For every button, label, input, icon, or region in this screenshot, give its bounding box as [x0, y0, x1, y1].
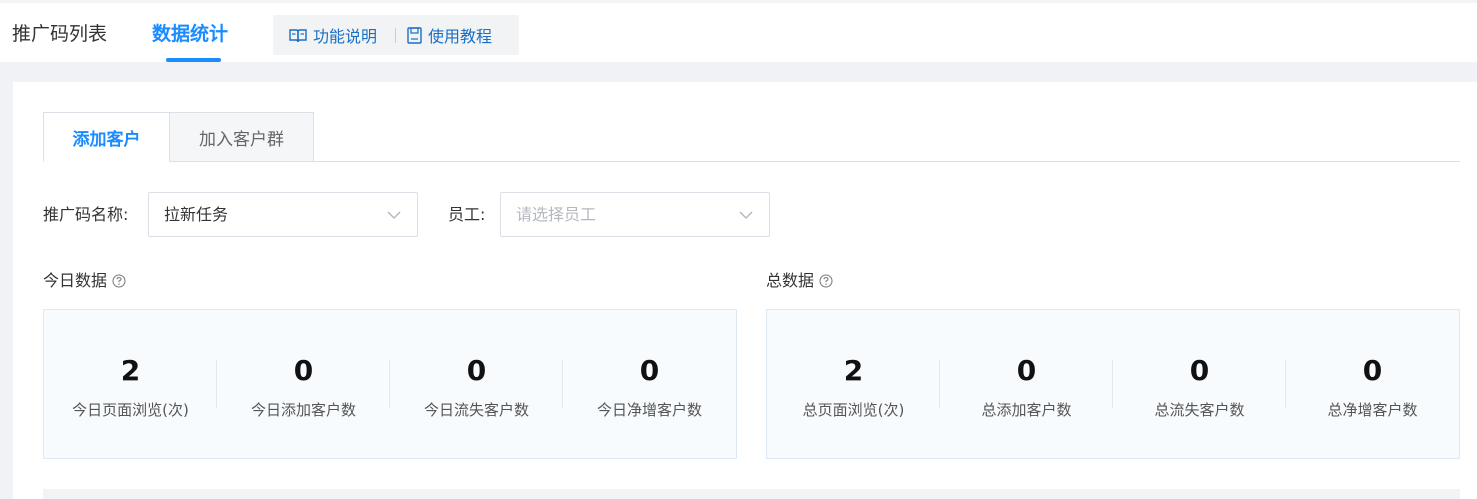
stat-today-lost-customers: 0 今日流失客户数: [390, 310, 563, 460]
question-circle-icon[interactable]: [819, 274, 833, 288]
tutorial-link[interactable]: 使用教程: [407, 15, 492, 55]
chevron-down-icon: [739, 211, 753, 220]
employee-select-placeholder: 请选择员工: [516, 205, 597, 224]
question-circle-icon[interactable]: [112, 274, 126, 288]
today-stats-box: 2 今日页面浏览(次) 0 今日添加客户数 0 今日流失客户数 0 今日净增客户…: [43, 309, 737, 459]
stat-label: 总添加客户数: [981, 401, 1072, 419]
stat-label: 总页面浏览(次): [802, 401, 905, 419]
help-divider: [395, 28, 396, 43]
tutorial-label: 使用教程: [428, 27, 493, 46]
stat-today-page-views: 2 今日页面浏览(次): [44, 310, 217, 460]
stat-today-added-customers: 0 今日添加客户数: [217, 310, 390, 460]
today-data-title-text: 今日数据: [43, 271, 108, 290]
feature-description-label: 功能说明: [313, 27, 378, 46]
chevron-down-icon: [387, 211, 401, 220]
stat-value: 2: [843, 354, 864, 387]
tab-add-customer[interactable]: 添加客户: [43, 112, 170, 162]
stat-label: 总流失客户数: [1154, 401, 1245, 419]
feature-description-link[interactable]: 功能说明: [289, 15, 377, 55]
promo-code-select-value: 拉新任务: [164, 205, 229, 224]
stat-total-lost-customers: 0 总流失客户数: [1113, 310, 1286, 460]
today-data-title: 今日数据: [43, 270, 126, 292]
document-icon: [407, 26, 422, 44]
stat-label: 今日添加客户数: [250, 401, 356, 419]
stat-value: 0: [1362, 354, 1383, 387]
total-stats-box: 2 总页面浏览(次) 0 总添加客户数 0 总流失客户数 0 总净增客户数: [766, 309, 1460, 459]
employee-label: 员工:: [448, 205, 486, 224]
tab-promo-code-list[interactable]: 推广码列表: [12, 21, 107, 47]
stat-label: 今日净增客户数: [596, 401, 702, 419]
stat-label: 今日页面浏览(次): [72, 401, 189, 419]
stat-label: 今日流失客户数: [423, 401, 529, 419]
tab-data-statistics[interactable]: 数据统计: [152, 21, 228, 47]
tab-join-customer-group[interactable]: 加入客户群: [170, 112, 314, 162]
help-links-box: 功能说明 使用教程: [273, 15, 519, 55]
employee-select[interactable]: 请选择员工: [500, 192, 770, 237]
next-section-edge: [43, 489, 1460, 499]
stat-value: 0: [639, 354, 660, 387]
book-icon: [289, 28, 307, 42]
stat-total-net-customers: 0 总净增客户数: [1286, 310, 1459, 460]
stat-value: 0: [466, 354, 487, 387]
stat-value: 0: [1189, 354, 1210, 387]
stat-total-added-customers: 0 总添加客户数: [940, 310, 1113, 460]
promo-code-name-label: 推广码名称:: [43, 205, 129, 224]
active-tab-indicator: [166, 58, 221, 62]
statistics-panel: 添加客户 加入客户群 推广码名称: 拉新任务 员工: 请选择员工 今日数据 总数…: [13, 82, 1477, 499]
stat-today-net-customers: 0 今日净增客户数: [563, 310, 736, 460]
stat-value: 2: [120, 354, 141, 387]
promo-code-select[interactable]: 拉新任务: [148, 192, 418, 237]
top-navigation: 推广码列表 数据统计 功能说明 使用教程: [0, 0, 1477, 62]
stat-total-page-views: 2 总页面浏览(次): [767, 310, 940, 460]
stat-label: 总净增客户数: [1327, 401, 1418, 419]
stat-value: 0: [293, 354, 314, 387]
total-data-title: 总数据: [766, 270, 833, 292]
stat-value: 0: [1016, 354, 1037, 387]
total-data-title-text: 总数据: [766, 271, 815, 290]
